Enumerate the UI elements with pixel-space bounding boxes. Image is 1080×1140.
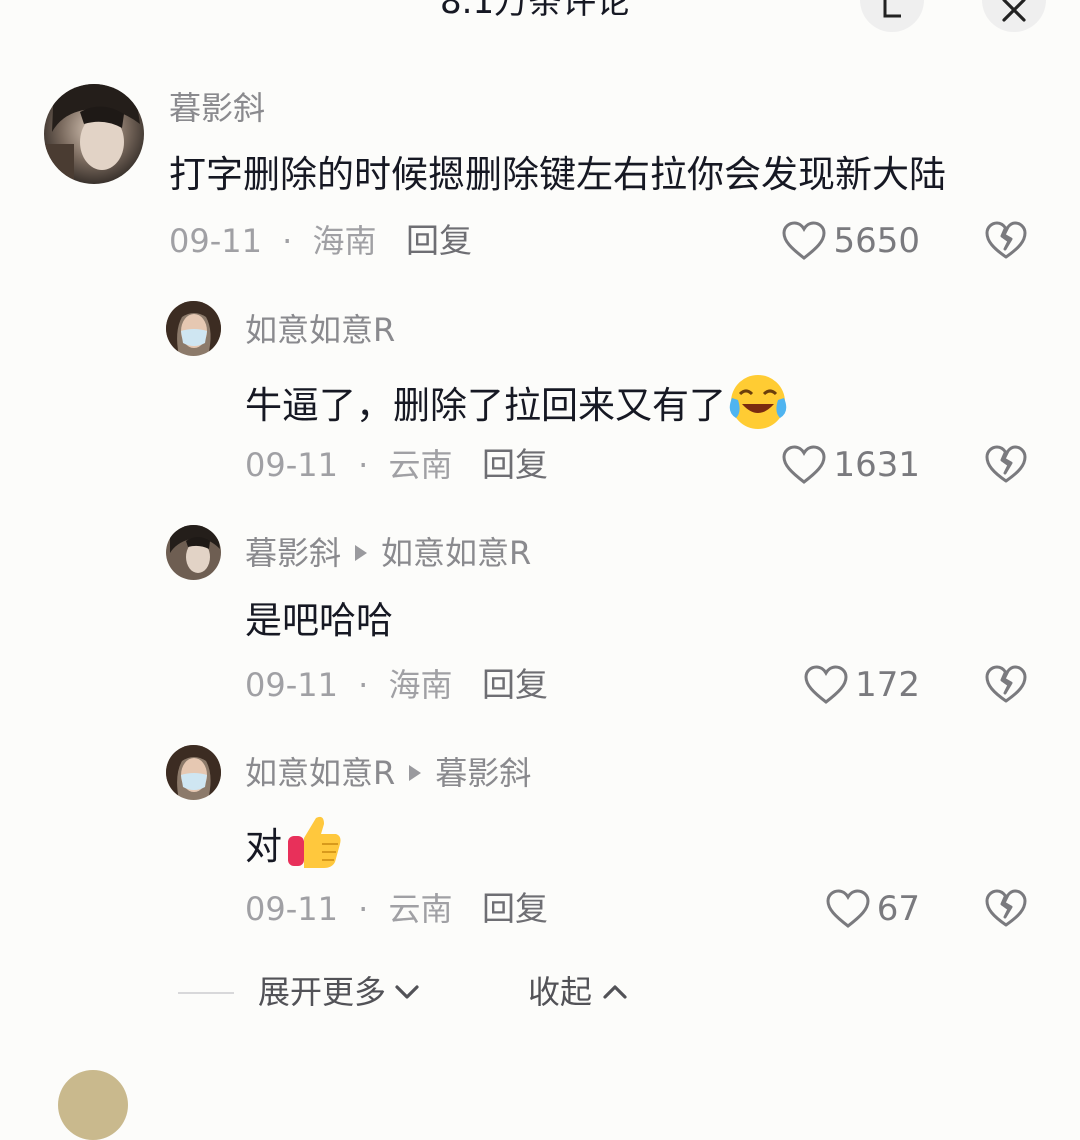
- expand-label: 展开更多: [258, 973, 387, 1011]
- dislike-button[interactable]: [984, 219, 1028, 263]
- heart-icon: [826, 889, 870, 928]
- avatar[interactable]: [58, 1070, 128, 1140]
- comment-date: 09-11: [245, 666, 338, 704]
- comment-meta: 09-11 · 云南: [245, 893, 453, 925]
- reply-button[interactable]: 回复: [482, 892, 548, 925]
- heart-icon: [782, 445, 826, 484]
- username-label[interactable]: 如意如意R: [245, 757, 395, 789]
- username-label[interactable]: 暮影斜: [245, 537, 341, 569]
- copy-button[interactable]: [860, 0, 924, 32]
- copy-icon: [883, 0, 901, 18]
- avatar[interactable]: [166, 525, 221, 580]
- comment-date: 09-11: [245, 890, 338, 928]
- comment-date: 09-11: [245, 446, 338, 484]
- comment-body: 打字删除的时候摁删除键左右拉你会发现新大陆: [169, 153, 946, 196]
- like-button[interactable]: 5650: [760, 218, 920, 264]
- reply-button[interactable]: 回复: [406, 224, 472, 257]
- meta-separator: ·: [358, 890, 369, 928]
- broken-heart-icon: [985, 665, 1027, 703]
- comment-username[interactable]: 如意如意R: [245, 314, 395, 346]
- avatar[interactable]: [166, 745, 221, 800]
- avatar[interactable]: [44, 84, 144, 184]
- comment-body: 对: [245, 824, 282, 868]
- comment-text: 打字删除的时候摁删除键左右拉你会发现新大陆: [169, 156, 946, 193]
- like-button[interactable]: 1631: [760, 442, 920, 488]
- comment-location: 云南: [388, 446, 453, 484]
- heart-icon: [782, 221, 826, 260]
- dislike-button[interactable]: [984, 887, 1028, 931]
- meta-separator: ·: [358, 446, 369, 484]
- expand-more-button[interactable]: 展开更多: [258, 976, 422, 1008]
- broken-heart-icon: [985, 445, 1027, 483]
- reply-arrow-icon: [409, 765, 422, 781]
- collapse-button[interactable]: 收起: [528, 976, 630, 1008]
- broken-heart-icon: [985, 221, 1027, 259]
- like-count: 67: [876, 889, 920, 929]
- comment-username[interactable]: 暮影斜: [169, 92, 265, 124]
- comment-meta: 09-11 · 海南: [169, 225, 377, 257]
- comment-location: 海南: [312, 222, 377, 260]
- like-button[interactable]: 172: [760, 662, 920, 708]
- username-label[interactable]: 如意如意R: [245, 314, 395, 346]
- divider-line: [178, 992, 234, 994]
- reply-button[interactable]: 回复: [482, 448, 548, 481]
- comment-body: 是吧哈哈: [245, 599, 393, 642]
- like-count: 1631: [833, 445, 920, 485]
- chevron-up-icon: [603, 985, 627, 999]
- heart-icon: [804, 665, 848, 704]
- like-count: 5650: [833, 221, 920, 261]
- dislike-button[interactable]: [984, 443, 1028, 487]
- chevron-down-icon: [395, 985, 419, 999]
- close-button[interactable]: [982, 0, 1046, 32]
- crying-laughing-emoji: [729, 375, 787, 429]
- reply-to-username[interactable]: 暮影斜: [435, 757, 531, 789]
- comment-location: 云南: [388, 890, 453, 928]
- username-label[interactable]: 暮影斜: [169, 92, 265, 124]
- comment-meta: 09-11 · 云南: [245, 449, 453, 481]
- reply-arrow-icon: [355, 545, 368, 561]
- thumbs-up-emoji: [288, 816, 341, 868]
- avatar[interactable]: [166, 301, 221, 356]
- dislike-button[interactable]: [984, 663, 1028, 707]
- reply-button[interactable]: 回复: [482, 668, 548, 701]
- comment-text: 对: [245, 816, 344, 870]
- comment-date: 09-11: [169, 222, 262, 260]
- comment-text: 是吧哈哈: [245, 602, 393, 639]
- collapse-label: 收起: [528, 973, 593, 1011]
- comment-username[interactable]: 如意如意R 暮影斜: [245, 757, 531, 789]
- like-count: 172: [855, 665, 920, 705]
- meta-separator: ·: [358, 666, 369, 704]
- comment-text: 牛逼了，删除了拉回来又有了: [245, 375, 788, 432]
- close-icon: [1002, 0, 1026, 22]
- like-button[interactable]: 67: [760, 886, 920, 932]
- meta-separator: ·: [282, 222, 293, 260]
- comment-body: 牛逼了，删除了拉回来又有了: [245, 383, 726, 427]
- comments-count-title: 8.1万条评论: [440, 0, 631, 22]
- broken-heart-icon: [985, 889, 1027, 927]
- reply-to-username[interactable]: 如意如意R: [381, 537, 531, 569]
- comment-location: 海南: [388, 666, 453, 704]
- comment-meta: 09-11 · 海南: [245, 669, 453, 701]
- comment-username[interactable]: 暮影斜 如意如意R: [245, 537, 531, 569]
